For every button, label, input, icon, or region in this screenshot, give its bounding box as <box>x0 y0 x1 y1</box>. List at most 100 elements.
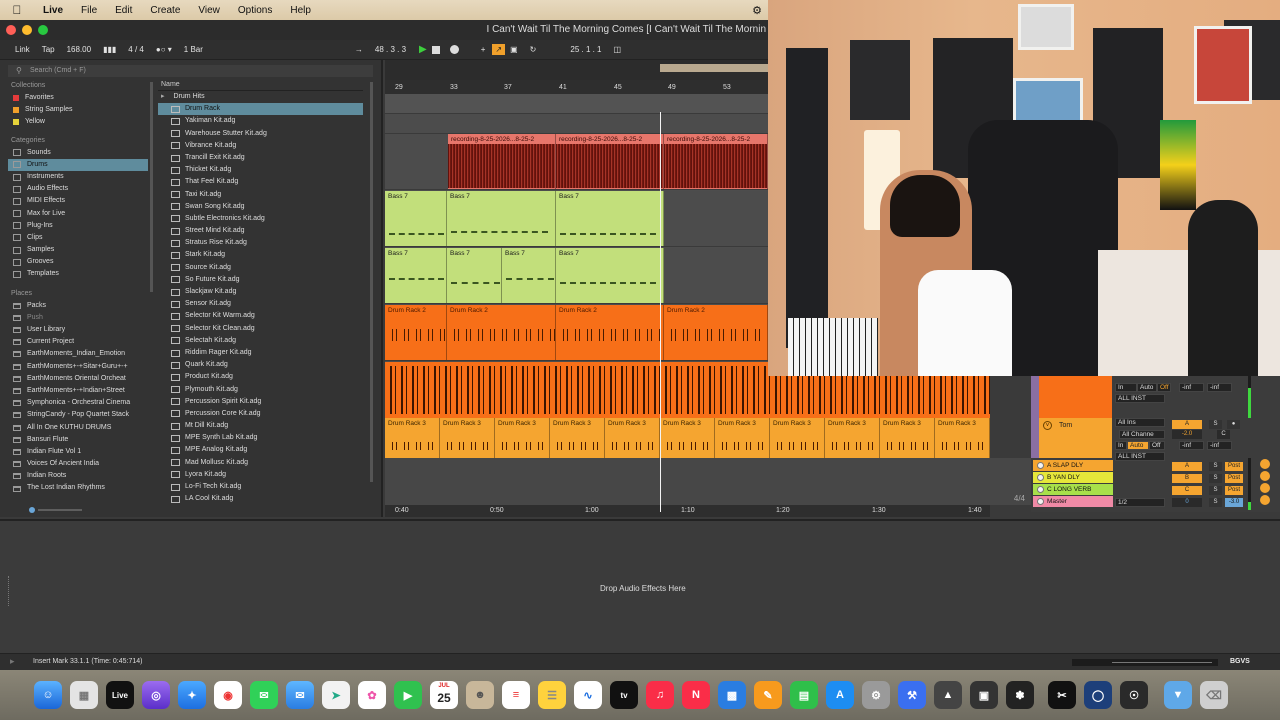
drum-clip[interactable]: Drum Rack 3 <box>935 418 990 458</box>
collection-string-samples[interactable]: String Samples <box>8 104 148 116</box>
system-settings-icon[interactable]: ⚙ <box>862 681 890 709</box>
chrome-icon[interactable]: ◉ <box>214 681 242 709</box>
category-grooves[interactable]: Grooves <box>8 256 148 268</box>
proxy-icon[interactable]: ◯ <box>1084 681 1112 709</box>
preview-scrubber[interactable] <box>22 507 382 513</box>
file-item[interactable]: That Feel Kit.adg <box>158 176 363 188</box>
send-c-icon[interactable] <box>1260 483 1270 493</box>
place-item[interactable]: Packs <box>8 300 148 312</box>
monitor-off-button[interactable]: Off <box>1149 441 1165 450</box>
category-max-for-live[interactable]: Max for Live <box>8 208 148 220</box>
solo-button[interactable]: S <box>1209 498 1222 507</box>
arm-button[interactable]: ● <box>1227 420 1240 429</box>
drum-clip[interactable]: Drum Rack 2 <box>556 305 664 360</box>
menu-help[interactable]: Help <box>281 5 320 16</box>
solo-button[interactable]: S <box>1209 474 1222 483</box>
groove-icon[interactable]: ●○ ▾ <box>151 43 177 56</box>
category-plug-ins[interactable]: Plug-Ins <box>8 220 148 232</box>
midi-clip[interactable]: Bass 7 <box>556 248 664 303</box>
terminal-icon[interactable]: ▲ <box>934 681 962 709</box>
send-b-button[interactable]: B <box>1172 474 1202 483</box>
notes-icon[interactable]: ☰ <box>538 681 566 709</box>
file-item[interactable]: Street Mind Kit.adg <box>158 225 363 237</box>
file-item[interactable]: Swan Song Kit.adg <box>158 201 363 213</box>
track-activator-button[interactable]: A <box>1172 420 1202 429</box>
track-volume-field[interactable]: -2.0 <box>1172 430 1202 439</box>
midi-clip[interactable]: Bass 7 <box>556 191 664 246</box>
menu-create[interactable]: Create <box>141 5 189 16</box>
photos-icon[interactable]: ✿ <box>358 681 386 709</box>
trash-icon[interactable]: ⌫ <box>1200 681 1228 709</box>
volume-field[interactable]: -inf <box>1179 383 1204 392</box>
bass-track-2[interactable]: Bass 7 Bass 7 Bass 7 Bass 7 <box>385 248 768 304</box>
drum-rack-2-track[interactable]: Drum Rack 2 Drum Rack 2 Drum Rack 2 Drum… <box>385 305 768 361</box>
launchpad-icon[interactable]: ▦ <box>70 681 98 709</box>
post-button[interactable]: Post <box>1225 474 1243 483</box>
app-store-icon[interactable]: A <box>826 681 854 709</box>
music-icon[interactable]: ♫ <box>646 681 674 709</box>
place-item[interactable]: EarthMoments Oriental Orcheat <box>8 373 148 385</box>
record-icon[interactable] <box>449 45 459 54</box>
file-list-scrollbar[interactable] <box>370 82 373 482</box>
monitor-auto-button[interactable]: Auto <box>1127 441 1149 450</box>
file-item[interactable]: LA Cool Kit.adg <box>158 493 363 505</box>
finder-icon[interactable]: ☺ <box>34 681 62 709</box>
file-item[interactable]: Taxi Kit.adg <box>158 189 363 201</box>
place-item[interactable]: StringCandy - Pop Quartet Stack <box>8 409 148 421</box>
drum-clip[interactable]: Drum Rack 3 <box>715 418 770 458</box>
capcut-dock-icon[interactable]: ✂ <box>1048 681 1076 709</box>
midi-clip[interactable]: Bass 7 <box>447 191 556 246</box>
news-icon[interactable]: N <box>682 681 710 709</box>
contacts-icon[interactable]: ☻ <box>466 681 494 709</box>
monitor-in-button[interactable]: In <box>1115 383 1137 392</box>
audio-track[interactable]: recording-8-25-2026...8-25-2 recording-8… <box>385 134 768 190</box>
expand-icon[interactable]: ▸ <box>10 656 15 667</box>
monitor-in-button[interactable]: In <box>1115 441 1127 450</box>
return-track-a[interactable]: A SLAP DLY <box>1033 460 1113 471</box>
category-drums[interactable]: Drums <box>8 158 148 171</box>
place-item[interactable]: Symphonica - Orchestral Cinema <box>8 397 148 409</box>
file-item[interactable]: Selector Kit Warm.adg <box>158 310 363 322</box>
file-item[interactable]: Stratus Rise Kit.adg <box>158 237 363 249</box>
menu-app-live[interactable]: Live <box>34 5 72 16</box>
file-item[interactable]: Source Kit.adg <box>158 262 363 274</box>
menu-edit[interactable]: Edit <box>106 5 141 16</box>
freeform-icon[interactable]: ∿ <box>574 681 602 709</box>
file-item[interactable]: Mt Dill Kit.adg <box>158 420 363 432</box>
metronome-icon[interactable]: ▮▮▮ <box>98 43 121 56</box>
tempo-field[interactable]: 168.00 <box>62 43 96 56</box>
sidebar-scrollbar[interactable] <box>150 82 153 292</box>
file-item[interactable]: Lo-Fi Tech Kit.adg <box>158 481 363 493</box>
category-instruments[interactable]: Instruments <box>8 171 148 183</box>
tap-button[interactable]: Tap <box>37 43 60 56</box>
collection-favorites[interactable]: Favorites <box>8 92 148 104</box>
master-output-select[interactable]: 1/2 <box>1115 498 1165 507</box>
place-item[interactable]: Voices Of Ancient India <box>8 458 148 470</box>
place-item[interactable]: The Lost Indian Rhythms <box>8 482 148 494</box>
master-volume-field[interactable]: -3.0 <box>1225 498 1243 507</box>
post-button[interactable]: Post <box>1225 486 1243 495</box>
category-sounds[interactable]: Sounds <box>8 147 148 159</box>
device-view[interactable]: Drop Audio Effects Here <box>0 519 1280 653</box>
place-item[interactable]: Push <box>8 312 148 324</box>
file-item[interactable]: Trancill Exit Kit.adg <box>158 152 363 164</box>
pan-field[interactable]: -inf <box>1207 383 1232 392</box>
drum-clip[interactable]: Drum Rack 2 <box>447 305 556 360</box>
safari-icon[interactable]: ✦ <box>178 681 206 709</box>
file-item[interactable]: Thicket Kit.adg <box>158 164 363 176</box>
input-type-select[interactable]: All Ins <box>1115 418 1165 427</box>
drum-clip[interactable]: Drum Rack 3 <box>495 418 550 458</box>
quantize-menu[interactable]: 1 Bar <box>179 43 208 56</box>
search-input[interactable]: ⚲ Search (Cmd + F) <box>8 65 373 77</box>
file-item[interactable]: Plymouth Kit.adg <box>158 384 363 396</box>
place-item[interactable]: Indian Roots <box>8 470 148 482</box>
return-track-b[interactable]: B YAN DLY <box>1033 472 1113 483</box>
facetime-icon[interactable]: ▶ <box>394 681 422 709</box>
send-b-icon[interactable] <box>1260 471 1270 481</box>
file-item[interactable]: Riddim Rager Kit.adg <box>158 347 363 359</box>
play-icon[interactable]: ▶ <box>419 44 427 55</box>
drum-clip[interactable]: Drum Rack 3 <box>880 418 935 458</box>
arrangement-overview[interactable] <box>385 60 768 80</box>
place-item[interactable]: EarthMoments+-+Indian+Street <box>8 385 148 397</box>
monitor-off-button[interactable]: Off <box>1157 383 1171 392</box>
